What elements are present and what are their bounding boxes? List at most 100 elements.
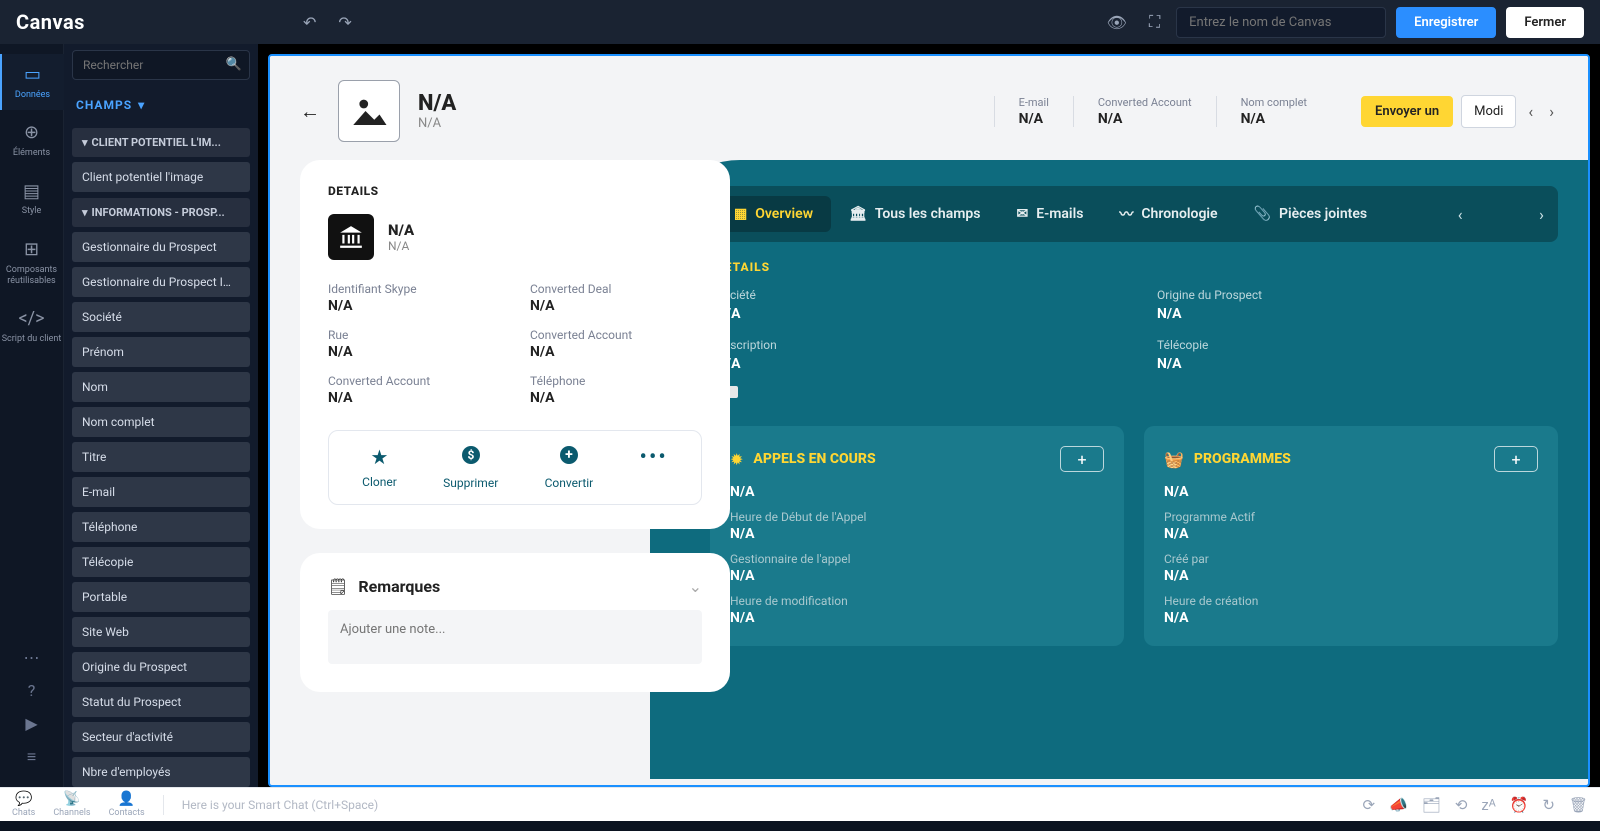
rail-script[interactable]: </>Script du client [0, 298, 64, 354]
bb-icon-5[interactable]: ᴢᴬ [1481, 796, 1495, 814]
detail-field-label: Rue [328, 328, 500, 342]
prev-record-icon[interactable]: ‹ [1524, 102, 1537, 121]
undo-icon[interactable]: ↶ [297, 9, 322, 36]
field-item[interactable]: Titre [72, 442, 250, 472]
avatar-placeholder [338, 80, 400, 142]
save-button[interactable]: Enregistrer [1396, 7, 1496, 38]
detail-field-label: Téléphone [530, 374, 702, 388]
clone-action[interactable]: ★Cloner [362, 445, 397, 490]
details-title: DETAILS [328, 184, 702, 198]
modify-button[interactable]: Modi [1461, 95, 1516, 128]
header-field-label: E-mail [1019, 96, 1049, 109]
record-subtitle: N/A [418, 116, 456, 131]
notes-card: 🗒 Remarques ⌄ [300, 553, 730, 692]
redo-icon[interactable]: ↷ [332, 9, 357, 36]
panel-title-champs[interactable]: CHAMPS ▾ [72, 90, 250, 122]
teal-field-value: N/A [1157, 356, 1558, 372]
svg-text:+: + [565, 447, 573, 463]
sidebar-search-input[interactable] [72, 50, 250, 80]
bb-icon-7[interactable]: ↻ [1542, 796, 1555, 814]
bb-icon-3[interactable]: 🗂 [1422, 796, 1441, 814]
rail-reusable[interactable]: ⊞Composants réutilisables [0, 229, 64, 296]
teal-field-value: N/A [716, 306, 1117, 322]
calls-card: ✹ APPELS EN COURS + N/A Heure de Début d… [710, 426, 1124, 646]
bb-channels[interactable]: 📡Channels [53, 791, 90, 818]
rail-data[interactable]: ▭Données [0, 54, 64, 110]
field-item[interactable]: Nom [72, 372, 250, 402]
send-button[interactable]: Envoyer un [1361, 96, 1453, 127]
more-icon[interactable]: ⋯ [24, 648, 40, 667]
tabs-scroll-right-icon[interactable]: › [1535, 205, 1548, 224]
more-action[interactable]: ••• [640, 445, 668, 490]
field-item[interactable]: Origine du Prospect [72, 652, 250, 682]
programs-icon: 🧺 [1164, 450, 1184, 469]
group-informations[interactable]: ▾INFORMATIONS - PROSP... [72, 198, 250, 227]
field-item[interactable]: Secteur d'activité [72, 722, 250, 752]
detail-field-value: N/A [530, 390, 702, 406]
field-item[interactable]: Nom complet [72, 407, 250, 437]
field-item[interactable]: Statut du Prospect [72, 687, 250, 717]
tab-emails[interactable]: ✉E-mails [998, 196, 1101, 232]
tab-overview[interactable]: ▦Overview [716, 196, 831, 232]
group-client-potentiel[interactable]: ▾CLIENT POTENTIEL L'IM... [72, 128, 250, 157]
field-item[interactable]: Portable [72, 582, 250, 612]
smartchat-hint: Here is your Smart Chat (Ctrl+Space) [182, 798, 379, 812]
delete-action[interactable]: $Supprimer [443, 445, 498, 490]
field-item[interactable]: E-mail [72, 477, 250, 507]
bank-icon [328, 214, 374, 260]
preview-icon[interactable]: 👁 [1101, 9, 1133, 36]
bb-icon-2[interactable]: 📣 [1389, 796, 1408, 814]
topbar-undo-redo: ↶ ↷ [297, 9, 358, 36]
convert-action[interactable]: +Convertir [545, 445, 594, 490]
tab-allfields[interactable]: 🏛Tous les champs [831, 196, 998, 232]
add-call-button[interactable]: + [1060, 446, 1104, 472]
canvas[interactable]: ← N/A N/A E-mail N/A Converted Account N/A… [268, 54, 1590, 787]
field-item[interactable]: Gestionnaire du Prospect Image [72, 267, 250, 297]
present-icon[interactable]: ▶ [25, 714, 37, 733]
chevron-down-icon[interactable]: ⌄ [689, 577, 702, 596]
canvas-wrapper: ← N/A N/A E-mail N/A Converted Account N/A… [258, 44, 1600, 787]
rail-elements[interactable]: ⊕Éléments [0, 112, 64, 168]
tab-chronology[interactable]: 〰Chronologie [1101, 194, 1235, 234]
notes-title: Remarques [358, 577, 440, 596]
close-button[interactable]: Fermer [1506, 7, 1584, 38]
bb-contacts[interactable]: 👤Contacts [109, 791, 145, 818]
add-program-button[interactable]: + [1494, 446, 1538, 472]
field-item[interactable]: Nbre d'employés [72, 757, 250, 787]
teal-field-value: N/A [716, 356, 1117, 372]
tab-attachments[interactable]: 📎Pièces jointes [1236, 196, 1386, 232]
teal-field-label: Télécopie [1157, 338, 1558, 352]
overview-icon: ▦ [734, 206, 747, 222]
bb-icon-6[interactable]: ⏰ [1510, 796, 1529, 814]
bb-chats[interactable]: 💬Chats [12, 791, 35, 818]
program-field-label: Heure de création [1164, 594, 1538, 608]
next-record-icon[interactable]: › [1545, 102, 1558, 121]
field-item[interactable]: Télécopie [72, 547, 250, 577]
bb-icon-8[interactable]: 🗑 [1569, 796, 1588, 814]
search-icon[interactable]: 🔍 [226, 57, 242, 72]
notes-input[interactable] [328, 610, 702, 664]
back-arrow-icon[interactable]: ← [300, 99, 320, 124]
detail-field-label: Converted Account [530, 328, 702, 342]
field-item[interactable]: Gestionnaire du Prospect [72, 232, 250, 262]
call-field-label: Heure de modification [730, 594, 1104, 608]
details-card: DETAILS N/A N/A Identifiant SkypeN/A [300, 160, 730, 529]
canvas-name-input[interactable] [1176, 7, 1386, 38]
action-bar: ★Cloner $Supprimer +Convertir ••• [328, 430, 702, 505]
field-item[interactable]: Téléphone [72, 512, 250, 542]
detail-field-label: Converted Account [328, 374, 500, 388]
field-item[interactable]: Client potentiel l'image [72, 162, 250, 192]
field-item[interactable]: Prénom [72, 337, 250, 367]
help-icon[interactable]: ? [28, 681, 36, 700]
detail-field-value: N/A [530, 298, 702, 314]
bb-icon-4[interactable]: ⟲ [1455, 796, 1468, 814]
rail-style[interactable]: ▤Style [0, 171, 64, 227]
tabs-scroll-left-icon[interactable]: ‹ [1454, 205, 1467, 224]
menu-icon[interactable]: ≡ [27, 747, 36, 767]
fullscreen-icon[interactable]: ⛶ [1143, 8, 1166, 36]
field-item[interactable]: Site Web [72, 617, 250, 647]
teal-field-label: Société [716, 288, 1117, 302]
channels-icon: 📡 [63, 791, 80, 807]
bb-icon-1[interactable]: ⟳ [1363, 796, 1376, 814]
field-item[interactable]: Société [72, 302, 250, 332]
